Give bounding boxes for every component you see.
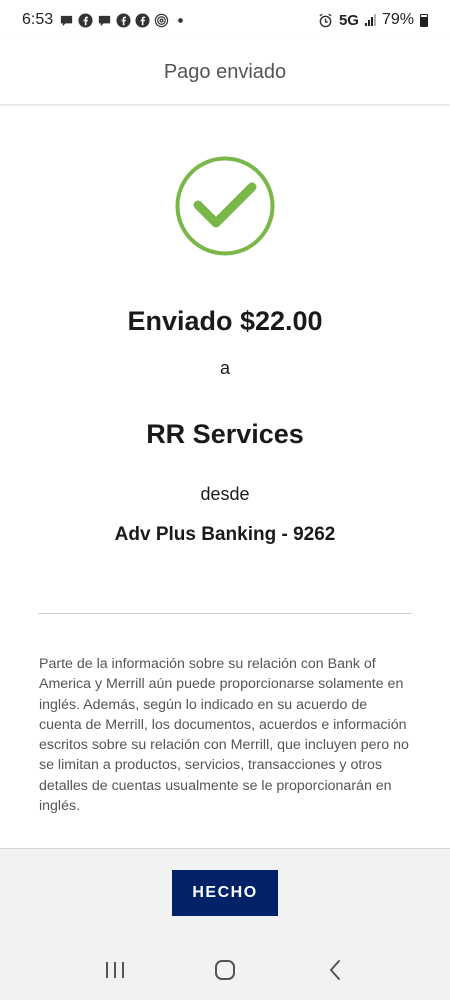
back-button[interactable]: [315, 950, 355, 990]
recent-apps-button[interactable]: [95, 950, 135, 990]
app-header: Pago enviado: [0, 40, 450, 104]
notification-icons: [59, 12, 188, 28]
chat-bubble-icon: [99, 15, 111, 26]
status-time: 6:53: [22, 11, 54, 28]
battery-icon: [420, 13, 428, 27]
confirmation-panel: Enviado $22.00 a RR Services desde Adv P…: [0, 106, 450, 848]
from-label: desde: [200, 484, 250, 504]
status-left: 6:53: [22, 11, 188, 29]
home-icon: [215, 960, 235, 980]
footer: HECHO: [0, 848, 450, 940]
page-title: Pago enviado: [163, 60, 287, 83]
divider: [38, 613, 412, 614]
status-bar: 6:53 5G 79%: [0, 0, 450, 40]
alarm-icon: [319, 13, 332, 27]
system-nav-bar: [0, 940, 450, 1000]
status-right: 5G 79%: [318, 11, 428, 29]
network-type: 5G: [338, 11, 359, 29]
facebook-icon: [116, 12, 131, 28]
source-account: Adv Plus Banking - 9262: [114, 524, 336, 545]
recipient-name: RR Services: [146, 419, 304, 449]
chat-bubble-icon: [61, 15, 73, 26]
language-disclaimer: Parte de la información sobre su relació…: [39, 656, 409, 815]
fingerprint-icon: [154, 13, 169, 27]
signal-icon: [364, 14, 376, 26]
facebook-icon: [78, 12, 93, 28]
done-button[interactable]: HECHO: [172, 870, 278, 916]
back-icon: [330, 960, 340, 980]
facebook-icon: [135, 12, 150, 28]
dot-icon: [178, 17, 183, 23]
sent-amount: Enviado $22.00: [127, 306, 323, 336]
checkmark-circle-icon: [175, 156, 275, 256]
battery-percent: 79%: [381, 11, 414, 28]
recent-apps-icon: [106, 962, 124, 978]
home-button[interactable]: [205, 950, 245, 990]
to-label: a: [219, 358, 230, 378]
